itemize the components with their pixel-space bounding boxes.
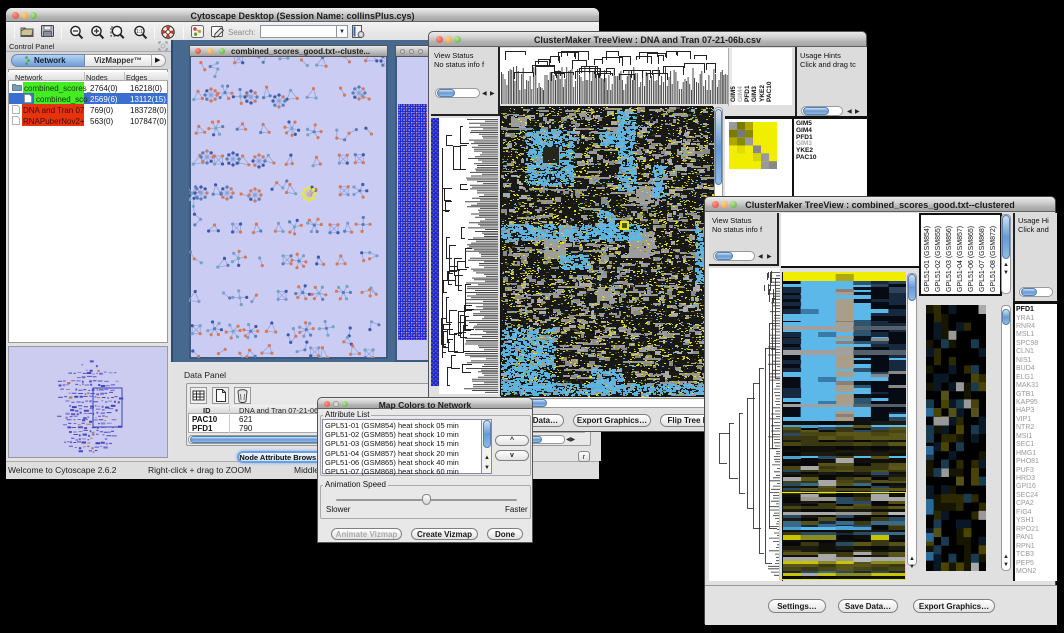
svg-text:1:1: 1:1 [136,29,143,35]
